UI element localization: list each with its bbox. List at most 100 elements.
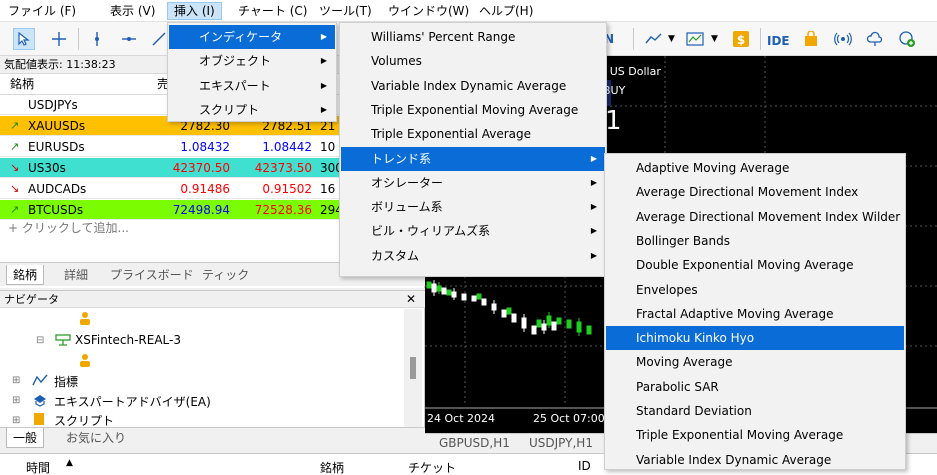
trend-menu-item[interactable]: Average Directional Movement Index Wilde…: [606, 205, 904, 229]
indicators-icon[interactable]: [684, 28, 706, 50]
expand-icon[interactable]: ⊞: [12, 375, 20, 386]
vertical-line-icon[interactable]: [86, 28, 108, 50]
insert-menu-item[interactable]: スクリプト ▶: [169, 98, 335, 122]
row-symbol: AUDCADs: [28, 182, 87, 196]
expand-icon[interactable]: ⊞: [12, 395, 20, 406]
indicator-submenu: Williams' Percent Range Volumes Variable I…: [339, 22, 607, 277]
column-header-symbol[interactable]: 銘柄: [320, 459, 344, 475]
indicator-menu-item-label: カスタム: [371, 248, 420, 263]
experts-node[interactable]: エキスパートアドバイザ(EA): [54, 393, 211, 410]
menu-help[interactable]: ヘルプ(H): [473, 2, 539, 20]
tab-favorites[interactable]: お気に入り: [60, 428, 132, 448]
insert-menu-item[interactable]: オブジェクト ▶: [169, 49, 335, 73]
trend-menu-item-label: Double Exponential Moving Average: [636, 258, 854, 273]
row-symbol: XAUUSDs: [28, 119, 86, 133]
horizontal-line-icon[interactable]: [118, 28, 140, 50]
insert-menu-item[interactable]: インディケータ ▶: [169, 25, 335, 49]
trend-menu-item[interactable]: Fractal Adaptive Moving Average: [606, 302, 904, 326]
row-bid: 0.91486: [180, 182, 230, 196]
trend-menu-item[interactable]: Double Exponential Moving Average: [606, 253, 904, 277]
account-label[interactable]: XSFintech-REAL-3: [75, 333, 181, 347]
trend-menu-item-label: Ichimoku Kinko Hyo: [636, 331, 755, 346]
column-header-id[interactable]: ID: [578, 459, 591, 473]
add-symbol-link[interactable]: + クリックして追加...: [8, 219, 129, 236]
column-header-ticket[interactable]: チケット: [408, 459, 456, 475]
indicator-menu-item-label: トレンド系: [371, 151, 432, 166]
trend-menu-item[interactable]: Triple Exponential Moving Average: [606, 423, 904, 447]
indicator-menu-item[interactable]: Variable Index Dynamic Average: [341, 74, 605, 98]
shopping-bag-icon[interactable]: [800, 28, 822, 50]
row-symbol: US30s: [28, 161, 66, 175]
navigator-tabs: 一般 お気に入り: [0, 427, 425, 449]
signal-icon[interactable]: [832, 28, 854, 50]
tab-general[interactable]: 一般: [6, 428, 45, 448]
trend-menu-item[interactable]: Variable Index Dynamic Average: [606, 448, 904, 472]
navigator-scrollbar[interactable]: [404, 309, 422, 427]
trend-menu-item[interactable]: Envelopes: [606, 278, 904, 302]
tab-details[interactable]: 詳細: [58, 265, 94, 285]
submenu-arrow-icon: ▶: [320, 32, 327, 41]
line-chart-icon[interactable]: [643, 28, 665, 50]
trend-menu-item[interactable]: Ichimoku Kinko Hyo: [606, 326, 904, 351]
indicator-menu-item[interactable]: Volumes: [341, 49, 605, 73]
chevron-down-icon[interactable]: ▼: [711, 34, 718, 44]
indicator-menu-item[interactable]: ビル・ウィリアムズ系 ▶: [341, 219, 605, 243]
chart-tab-usdjpy[interactable]: USDJPY,H1: [529, 436, 593, 450]
menu-chart[interactable]: チャート (C): [232, 2, 313, 20]
close-icon[interactable]: ✕: [406, 291, 416, 308]
trend-menu-item-label: Standard Deviation: [636, 404, 752, 418]
scrollbar-thumb[interactable]: [410, 357, 416, 379]
indicator-menu-item[interactable]: トレンド系 ▶: [341, 146, 605, 171]
menu-view[interactable]: 表示 (V): [104, 2, 161, 20]
submenu-arrow-icon: ▶: [590, 250, 597, 260]
indicator-menu-item[interactable]: Williams' Percent Range: [341, 25, 605, 49]
dollar-icon[interactable]: $: [730, 28, 752, 50]
column-header-symbol[interactable]: 銘柄: [10, 74, 34, 95]
indicator-menu-item[interactable]: Triple Exponential Average: [341, 122, 605, 146]
indicator-menu-item[interactable]: カスタム ▶: [341, 244, 605, 268]
row-bid: 42370.50: [172, 161, 230, 175]
vps-icon[interactable]: [896, 28, 918, 50]
trend-menu-item-label: Bollinger Bands: [636, 233, 730, 248]
ide-button[interactable]: IDE: [767, 34, 790, 48]
row-ask: 0.91502: [262, 182, 312, 196]
trend-menu-item-label: Variable Index Dynamic Average: [636, 452, 832, 467]
trend-menu-item[interactable]: Standard Deviation: [606, 399, 904, 423]
indicator-icon: [32, 373, 48, 390]
menu-insert[interactable]: 挿入 (I): [167, 2, 222, 20]
sort-up-icon: ▲: [66, 458, 73, 468]
trend-menu-item[interactable]: Parabolic SAR: [606, 375, 904, 399]
chart-tab-gbpusd[interactable]: GBPUSD,H1: [439, 436, 510, 450]
tab-price-board[interactable]: プライスボード: [104, 265, 200, 285]
trend-menu-item-label: Triple Exponential Moving Average: [636, 428, 844, 443]
crosshair-icon[interactable]: [48, 28, 70, 50]
tab-ticks[interactable]: ティック: [196, 265, 255, 285]
tab-symbols[interactable]: 銘柄: [6, 265, 45, 285]
insert-menu-item[interactable]: エキスパート ▶: [169, 74, 335, 98]
submenu-arrow-icon: ▶: [320, 104, 327, 114]
expand-icon[interactable]: ⊞: [12, 415, 20, 426]
menu-file[interactable]: ファイル (F): [2, 2, 82, 20]
trend-menu-item[interactable]: Average Directional Movement Index: [606, 180, 904, 204]
chevron-down-icon[interactable]: ▼: [668, 34, 675, 44]
submenu-arrow-icon: ▶: [590, 202, 597, 212]
buy-price-digit: 1: [605, 106, 622, 136]
indicator-menu-item[interactable]: ボリューム系 ▶: [341, 195, 605, 219]
indicator-menu-item[interactable]: Triple Exponential Moving Average: [341, 98, 605, 122]
trend-menu-item[interactable]: Bollinger Bands: [606, 229, 904, 253]
indicator-menu-item[interactable]: オシレーター ▶: [341, 171, 605, 195]
indicators-node[interactable]: 指標: [54, 373, 78, 390]
cloud-icon[interactable]: [864, 28, 886, 50]
menu-tools[interactable]: ツール(T): [313, 2, 378, 20]
cursor-icon[interactable]: [13, 28, 35, 50]
trend-menu-item-label: Average Directional Movement Index: [636, 185, 859, 200]
direction-arrow: ↘: [10, 182, 20, 195]
trend-menu-item[interactable]: Moving Average: [606, 350, 904, 374]
row-symbol: BTCUSDs: [28, 203, 84, 217]
column-header-time[interactable]: 時間: [26, 459, 50, 475]
indicator-menu-item-label: ビル・ウィリアムズ系: [371, 224, 491, 239]
trend-menu-item[interactable]: Adaptive Moving Average: [606, 156, 904, 180]
menu-window[interactable]: ウインドウ(W): [382, 2, 475, 20]
collapse-icon[interactable]: ⊟: [36, 335, 44, 346]
submenu-arrow-icon: ▶: [320, 56, 327, 66]
